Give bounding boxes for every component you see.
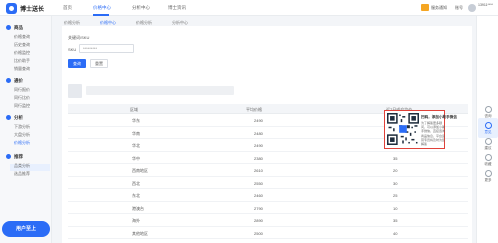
topnav-item-analysis-center[interactable]: 分析中心 — [132, 5, 150, 11]
sidebar-item-active[interactable]: 价格分析 — [14, 140, 30, 146]
cell-region: 其他地区 — [132, 230, 148, 236]
sidebar-group-goods[interactable]: 商品 — [6, 25, 23, 31]
chat-icon — [484, 106, 492, 113]
sidebar-group-recommend[interactable]: 推荐 — [6, 154, 23, 160]
cell-avg7: 10 — [393, 205, 398, 211]
sidebar-group-peer[interactable]: 通价 — [6, 78, 23, 84]
app-title: 博士送长 — [20, 7, 45, 13]
reset-button[interactable]: 重置 — [90, 59, 108, 68]
more-icon — [484, 170, 492, 177]
table-row: 西南地区 2610 20 — [68, 164, 468, 177]
cell-region: 华东 — [132, 118, 140, 123]
sidebar-item[interactable]: 品类分析 — [14, 163, 30, 169]
rightbar-item-feedback[interactable]: 意见 — [481, 122, 495, 135]
sidebar-item[interactable]: 价格监控 — [14, 50, 30, 56]
sidebar-item[interactable]: 价格查询 — [14, 34, 30, 40]
search-section-title: 关键词/SKU — [68, 35, 90, 40]
feedback-icon — [484, 122, 492, 129]
sidebar-item[interactable]: 销量查询 — [14, 66, 30, 72]
goods-icon — [6, 25, 11, 31]
gift-icon[interactable] — [421, 4, 429, 11]
cell-price: 2460 — [254, 193, 263, 198]
rightbar-item-favorite[interactable]: 收藏 — [481, 154, 495, 167]
cell-price: 2380 — [254, 155, 263, 161]
sidebar-item[interactable]: 比价助手 — [14, 58, 30, 64]
table-row: 港澳台 2790 10 — [68, 202, 468, 214]
cell-region: 华北 — [132, 143, 140, 148]
peer-icon — [6, 78, 11, 84]
sidebar-group-analysis[interactable]: 分析 — [6, 115, 23, 121]
rightbar-item-consult[interactable]: 咨询 — [481, 106, 495, 119]
cell-price: 2490 — [254, 118, 263, 123]
cell-avg7: 40 — [393, 230, 398, 236]
avatar[interactable] — [468, 4, 476, 12]
sidebar-item[interactable]: 下游分析 — [14, 124, 30, 130]
product-title-blurred — [86, 86, 234, 95]
sidebar-item[interactable]: 历史查询 — [14, 42, 30, 48]
cell-avg7: 25 — [393, 193, 398, 198]
topnav-item-news[interactable]: 博士资讯 — [168, 5, 186, 11]
sidebar-item[interactable]: 同行监控 — [14, 103, 30, 109]
rightbar-item-suggest[interactable]: 建议 — [481, 138, 495, 151]
rightbar-item-more[interactable]: 更多 — [481, 170, 495, 183]
star-icon — [484, 154, 492, 161]
right-toolbar: 咨询 意见 建议 收藏 更多 — [476, 16, 498, 243]
cell-avg7: 30 — [393, 180, 398, 186]
column-header-region: 区域 — [130, 107, 138, 112]
cell-price: 2490 — [254, 143, 263, 148]
column-header-price: 平均价格 — [246, 107, 262, 112]
search-button[interactable]: 查询 — [68, 59, 86, 68]
sku-label: SKU — [68, 47, 77, 52]
top-bar: 博士送长 首页 价格中心 分析中心 博士资讯 服务通知 账号 13911**** — [0, 0, 498, 16]
cell-avg7: 35 — [393, 155, 398, 161]
cell-price: 2790 — [254, 205, 263, 211]
cell-price: 2480 — [254, 130, 263, 136]
analysis-icon — [6, 115, 11, 121]
sidebar: 商品 价格查询 历史查询 价格监控 比价助手 销量查询 通价 同行报价 同行比价… — [0, 16, 52, 243]
cell-price: 2550 — [254, 180, 263, 186]
popup-title: 扫码，添加小助手微信 — [421, 115, 457, 119]
sidebar-item[interactable]: 同行比价 — [14, 95, 30, 101]
sku-input[interactable]: ********* — [79, 44, 134, 53]
cell-region: 海外 — [132, 218, 140, 223]
logo-icon — [6, 3, 17, 14]
account-link[interactable]: 账号 — [455, 5, 463, 11]
username[interactable]: 13911**** — [478, 3, 493, 7]
product-thumbnail — [68, 84, 82, 98]
suggest-icon — [484, 138, 492, 145]
table-row: 东北 2460 25 — [68, 189, 468, 202]
cell-price: 2500 — [254, 230, 263, 236]
recommend-icon — [6, 154, 11, 160]
cell-region: 华中 — [132, 155, 140, 161]
table-row: 海外 2890 35 — [68, 214, 468, 227]
popup-description: 为了解答更多疑问，可以添加小助手微信，直接咨询商品信息，平台运营专员将及时为您解… — [421, 121, 446, 147]
cell-region: 港澳台 — [132, 205, 144, 211]
sidebar-item[interactable]: 同行报价 — [14, 87, 30, 93]
user-first-badge: 用户至上 — [2, 221, 50, 237]
qr-code-icon — [387, 113, 419, 145]
notice-link[interactable]: 服务通知 — [431, 5, 447, 11]
cell-region: 西北 — [132, 180, 140, 186]
cell-region: 华南 — [132, 130, 140, 136]
cell-region: 东北 — [132, 193, 140, 198]
cell-region: 西南地区 — [132, 168, 148, 173]
wechat-qr-popup: 扫码，添加小助手微信 为了解答更多疑问，可以添加小助手微信，直接咨询商品信息，平… — [384, 110, 457, 149]
cell-avg7: 20 — [393, 168, 398, 173]
topnav-item-price-center[interactable]: 价格中心 — [93, 5, 111, 11]
topnav-item-home[interactable]: 首页 — [63, 5, 72, 11]
cell-price: 2890 — [254, 218, 263, 223]
table-row: 华中 2380 35 — [68, 152, 468, 164]
table-row: 其他地区 2500 40 — [68, 227, 468, 239]
cell-price: 2610 — [254, 168, 263, 173]
sidebar-item[interactable]: 选品推荐 — [14, 171, 30, 177]
cell-avg7: 35 — [393, 218, 398, 223]
table-row: 西北 2550 30 — [68, 177, 468, 189]
sidebar-item[interactable]: 大盘分析 — [14, 132, 30, 138]
